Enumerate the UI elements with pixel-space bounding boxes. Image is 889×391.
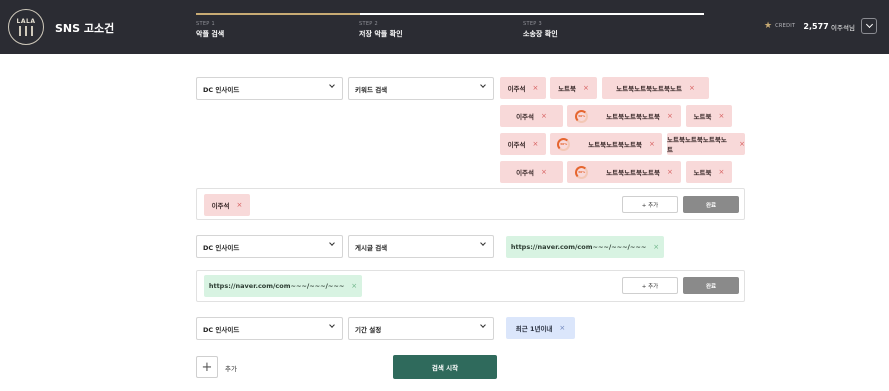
keyword-tag: 노트북 × [686, 105, 732, 127]
period-mode-select[interactable]: 기간 설정 [348, 317, 494, 340]
close-icon[interactable]: × [719, 168, 725, 176]
close-icon[interactable]: × [739, 140, 745, 148]
chevron-down-icon [329, 240, 335, 246]
start-search-button[interactable]: 검색 시작 [393, 355, 497, 379]
platform-select[interactable]: DC 인사이드 [196, 317, 343, 340]
close-icon[interactable]: × [351, 282, 357, 290]
close-icon[interactable]: × [541, 168, 547, 176]
add-row-button[interactable]: + [196, 356, 218, 378]
close-icon[interactable]: × [533, 84, 539, 92]
period-tag: 최근 1년이내 × [506, 317, 575, 339]
keyword-tag: 노트북노트북노트북노트 × [667, 133, 745, 155]
url-tag: https://naver.com/com~~~/~~~/~~~ × [506, 236, 664, 258]
keyword-tag: 노트북 × [550, 77, 597, 99]
username: 이주석님 [831, 24, 855, 32]
add-row-label: 추가 [225, 365, 237, 373]
loading-spinner-icon: 30% [575, 165, 589, 179]
loading-spinner-icon: 30% [575, 109, 589, 123]
done-button[interactable]: 완료 [683, 277, 739, 294]
platform-select[interactable]: DC 인사이드 [196, 235, 343, 258]
close-icon[interactable]: × [649, 140, 655, 148]
chevron-down-icon [480, 322, 486, 328]
close-icon[interactable]: × [689, 84, 695, 92]
logo-text: LALA [16, 18, 36, 25]
keyword-tag: 이주석 × [500, 105, 563, 127]
step-progress-track [196, 13, 704, 15]
keyword-tag: 이주석 × [500, 161, 563, 183]
url-input-tag: https://naver.com/com~~~/~~~/~~~ × [204, 275, 362, 297]
chevron-down-icon [480, 82, 486, 88]
user-menu-button[interactable] [861, 18, 877, 34]
close-icon[interactable]: × [583, 84, 589, 92]
top-header: LALA SNS 고소건 STEP 1 악플 검색 STEP 2 저장 악플 확… [0, 0, 889, 54]
credit-display: ★ CREDIT 2,577 [764, 21, 829, 31]
close-icon[interactable]: × [541, 112, 547, 120]
search-mode-select[interactable]: 게시글 검색 [348, 235, 494, 258]
keyword-tag: 이주석 × [500, 133, 546, 155]
logo-emblem [17, 26, 35, 36]
loading-spinner-icon: 30% [557, 137, 571, 151]
step-progress-fill [196, 13, 360, 15]
close-icon[interactable]: × [653, 243, 659, 251]
close-icon[interactable]: × [559, 324, 565, 332]
credit-value: 2,577 [803, 21, 829, 31]
keyword-input-tag: 이주석 × [204, 194, 250, 216]
done-button[interactable]: 완료 [683, 196, 739, 213]
plus-icon: + [201, 359, 213, 375]
step-3[interactable]: STEP 3 소송장 확인 [523, 21, 558, 39]
chevron-down-icon [480, 240, 486, 246]
keyword-tag: 이주석 × [500, 77, 546, 99]
step-1[interactable]: STEP 1 악플 검색 [196, 21, 224, 39]
keyword-tag-loading: 30% 노트북노트북노트북 × [567, 105, 681, 127]
close-icon[interactable]: × [719, 112, 725, 120]
search-mode-select[interactable]: 키워드 검색 [348, 77, 494, 100]
platform-select[interactable]: DC 인사이드 [196, 77, 343, 100]
keyword-tag-loading: 30% 노트북노트북노트북 × [567, 161, 681, 183]
close-icon[interactable]: × [237, 201, 243, 209]
logo[interactable]: LALA [8, 9, 44, 45]
add-keyword-button[interactable]: + 추가 [622, 196, 678, 213]
step-2[interactable]: STEP 2 저장 악플 확인 [359, 21, 403, 39]
close-icon[interactable]: × [533, 140, 539, 148]
close-icon[interactable]: × [667, 168, 673, 176]
close-icon[interactable]: × [667, 112, 673, 120]
keyword-tag-loading: 30% 노트북노트북노트북 × [550, 133, 662, 155]
chevron-down-icon [865, 20, 873, 29]
keyword-tag: 노트북 × [686, 161, 732, 183]
add-url-button[interactable]: + 추가 [622, 277, 678, 294]
app-title: SNS 고소건 [55, 22, 115, 35]
keyword-tag: 노트북노트북노트북노트 × [602, 77, 709, 99]
chevron-down-icon [329, 82, 335, 88]
chevron-down-icon [329, 322, 335, 328]
credit-label: CREDIT [775, 23, 796, 29]
star-icon: ★ [764, 21, 773, 31]
